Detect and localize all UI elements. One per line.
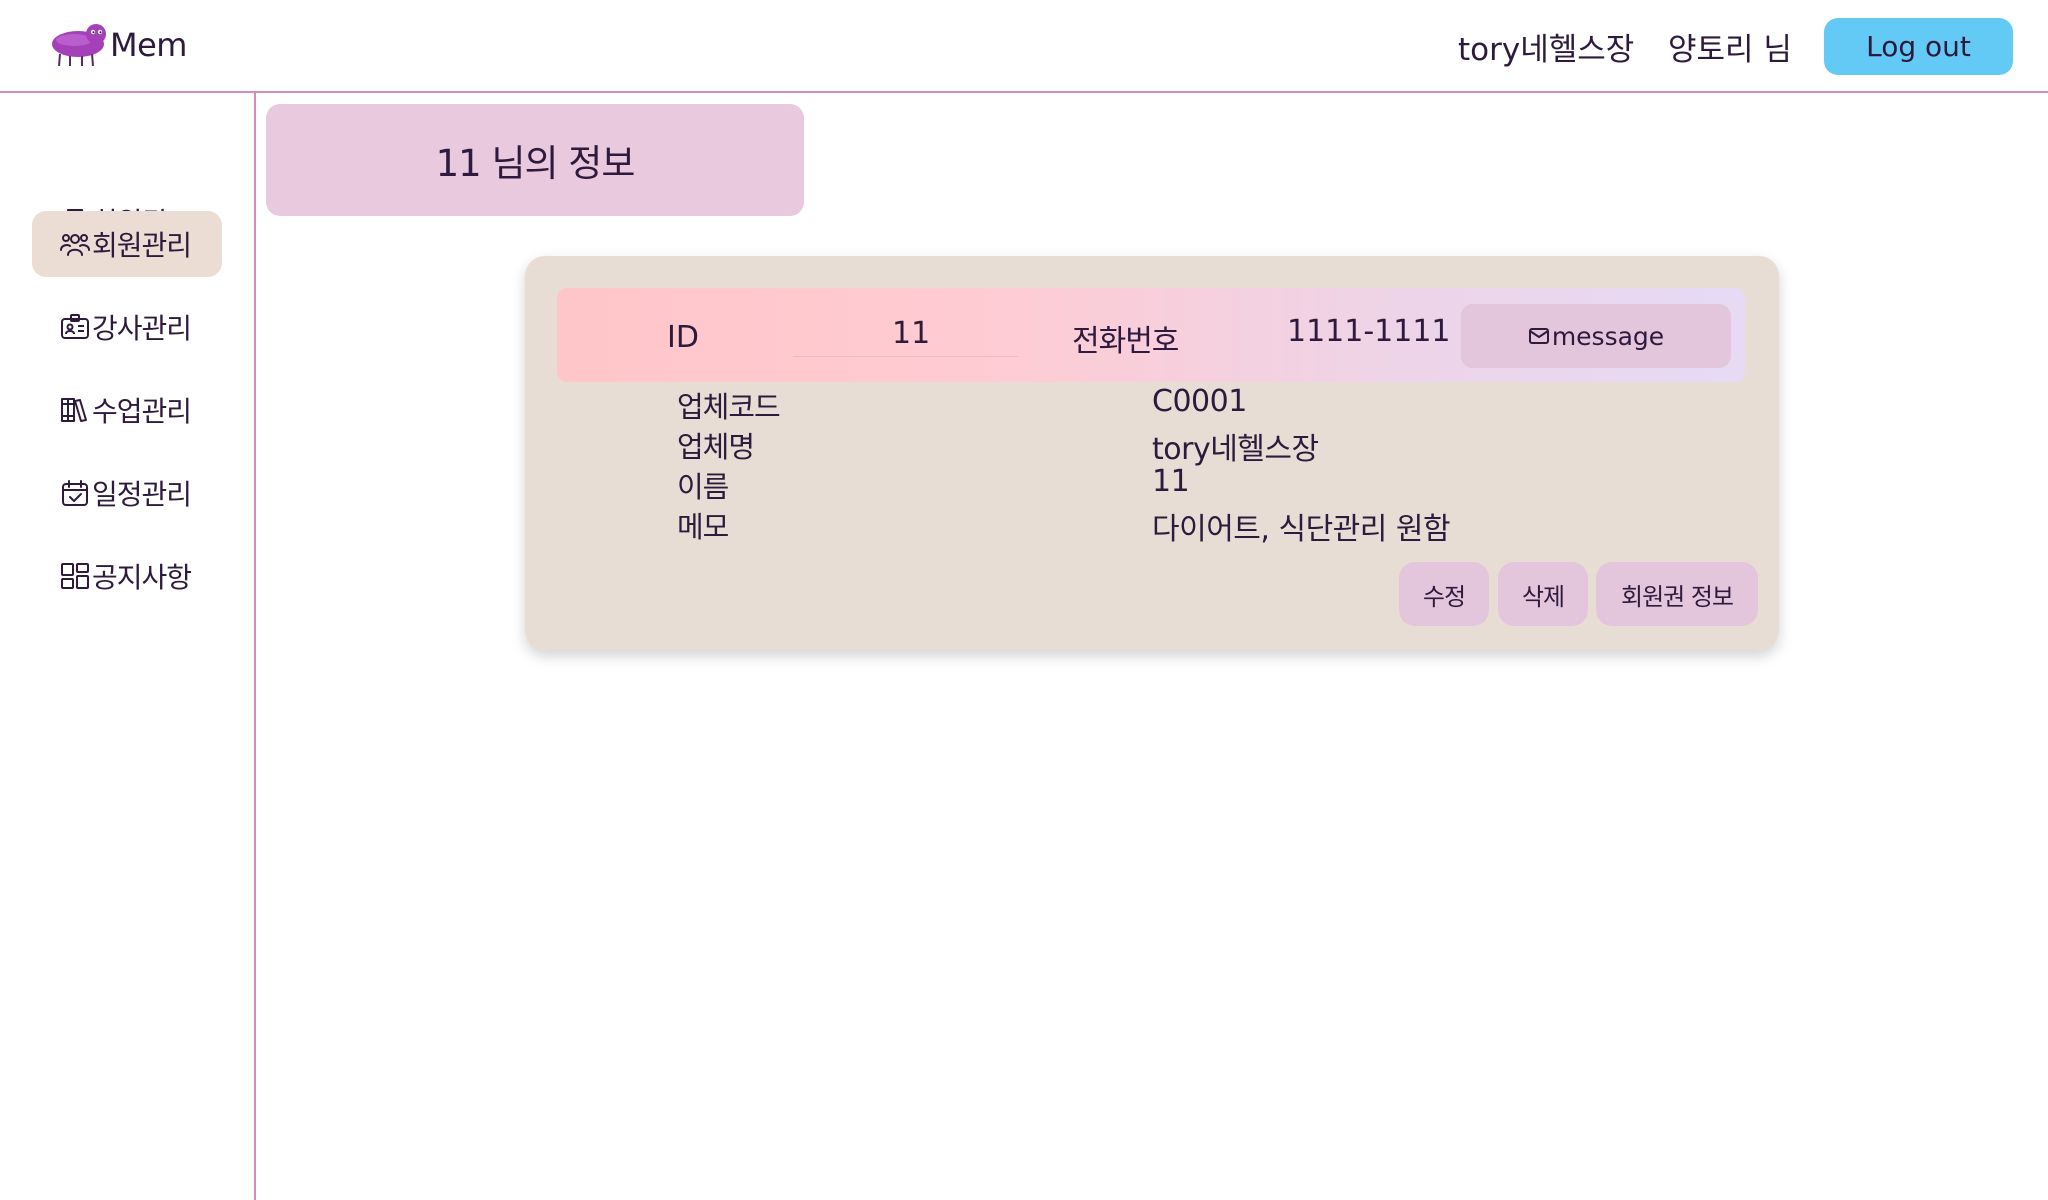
phone-label: 전화번호 [1072,324,1179,359]
sidebar-item-label: 강사관리 [92,312,192,345]
mail-icon [1528,328,1549,344]
member-summary-bar: ID 11 전화번호 1111-1111 message [557,288,1745,382]
sidebar-item-schedule-management[interactable]: 일정관리 [32,460,222,526]
logout-button[interactable]: Log out [1824,18,2013,75]
id-underline [793,356,1018,357]
phone-value: 1111-1111 [1287,314,1451,349]
page-title: 11 님의 정보 [435,142,636,185]
user-name: 양토리 님 [1668,32,1792,68]
id-value: 11 [892,316,931,351]
sidebar-item-label: 수업관리 [92,395,192,428]
membership-info-button[interactable]: 회원권 정보 [1596,562,1758,626]
sidebar-item-label: 회원관리 [92,229,192,262]
logo-text: Mem [110,26,187,64]
users-icon [60,234,90,256]
edit-button[interactable]: 수정 [1399,562,1489,626]
company-code-value: C0001 [1152,384,1247,419]
memo-label: 메모 [677,510,729,544]
sidebar-item-member-management[interactable]: 회원관리 [32,211,222,277]
company-name-value: tory네헬스장 [1152,432,1319,467]
layout-icon [61,563,89,589]
sidebar-item-class-management[interactable]: 수업관리 [32,377,222,443]
books-icon [61,398,87,422]
company-code-label: 업체코드 [677,390,781,424]
calendar-check-icon [62,480,88,506]
id-label: ID [667,320,699,355]
name-label: 이름 [677,470,729,504]
name-value: 11 [1152,464,1190,499]
memo-value: 다이어트, 식단관리 원함 [1152,512,1451,547]
company-name: tory네헬스장 [1458,32,1635,68]
message-button[interactable]: message [1461,304,1731,368]
member-info-card: ID 11 전화번호 1111-1111 message 업체코드 C0001 … [525,256,1779,650]
sidebar-item-notices[interactable]: 공지사항 [32,543,222,609]
id-badge-icon [61,314,89,339]
page-title-box: 11 님의 정보 [266,104,804,216]
sidebar-item-instructor-management[interactable]: 강사관리 [32,294,222,360]
purple-creature-logo-icon [52,24,106,67]
sidebar: 회원권 회원관리 강사관리 수업관리 [0,93,256,1200]
delete-button[interactable]: 삭제 [1498,562,1588,626]
sidebar-item-label: 공지사항 [92,561,192,594]
sidebar-item-label: 일정관리 [92,478,192,511]
message-label: message [1551,321,1665,351]
company-name-label: 업체명 [677,430,755,464]
app-logo[interactable]: Mem [50,22,187,68]
top-header: Mem tory네헬스장 양토리 님 Log out [0,0,2048,93]
